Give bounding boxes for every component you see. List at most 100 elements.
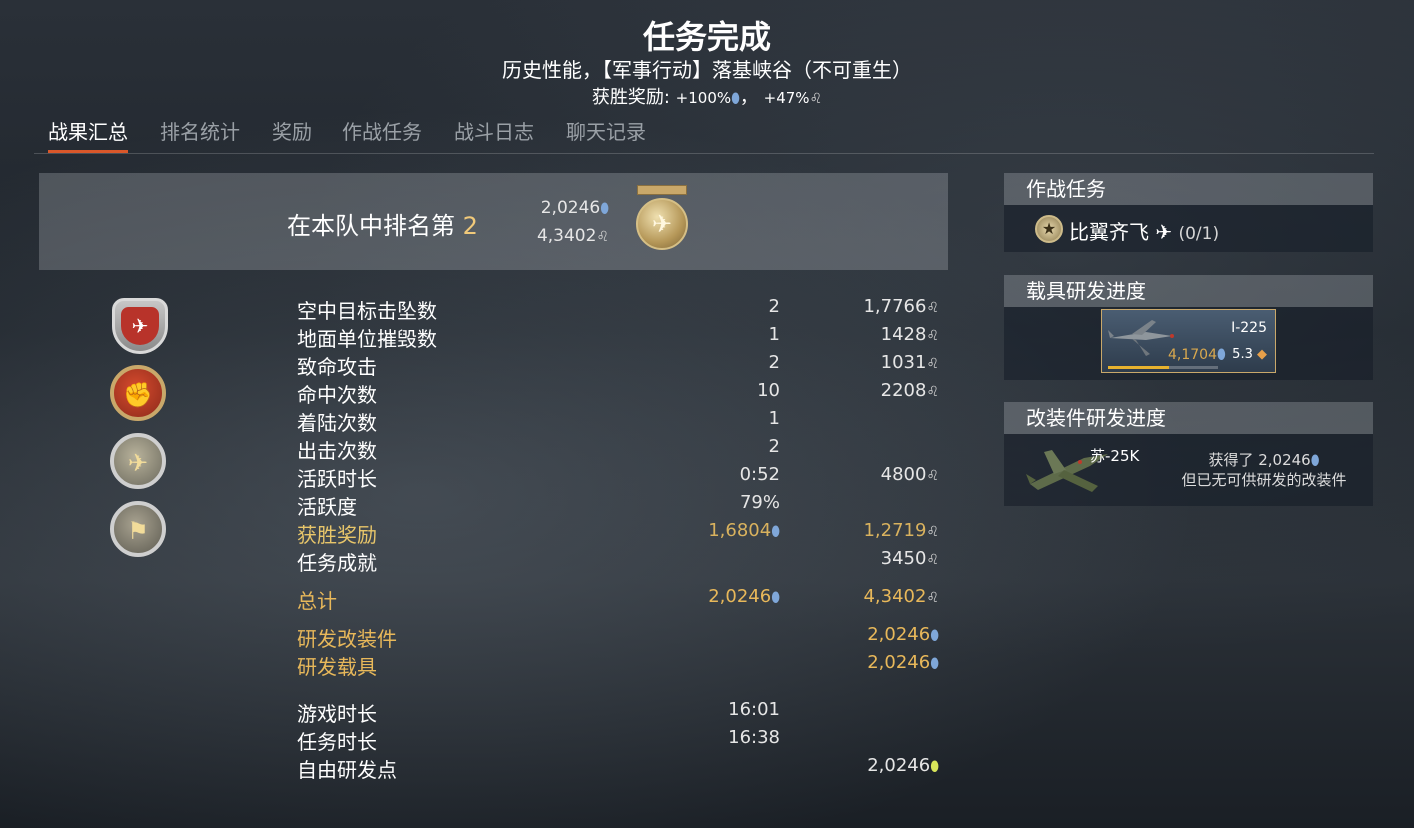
total-rp-value: 2,0246 bbox=[708, 586, 772, 607]
team-rank: 在本队中排名第 2 bbox=[287, 206, 478, 241]
research-point-icon: ⬮ bbox=[930, 656, 939, 672]
win-bonus: 获胜奖励: +100%⬮， +47%♌ bbox=[0, 83, 1414, 109]
time-label: 任务时长 bbox=[297, 730, 377, 754]
rank-diamond-icon: ◆ bbox=[1257, 347, 1267, 362]
win-bonus-label: 获胜奖励: bbox=[591, 87, 670, 108]
vehicle-card[interactable]: I-225 4,1704⬮ 5.3 ◆ bbox=[1101, 309, 1276, 373]
tab-rewards[interactable]: 奖励 bbox=[272, 116, 312, 153]
time-row: 任务时长 16:38 bbox=[297, 726, 947, 754]
research-row: 研发载具 2,0246⬮ bbox=[297, 651, 947, 679]
task-name: 比翼齐飞 bbox=[1069, 220, 1149, 244]
win-bonus-sl: +47% bbox=[763, 89, 810, 107]
research-point-icon: ⬮ bbox=[1310, 453, 1320, 469]
mod-got: 获得了 2,0246⬮ bbox=[1164, 449, 1364, 470]
team-rank-place: 2 bbox=[462, 212, 478, 240]
stat-label: 活跃度 bbox=[297, 495, 357, 519]
total-sl-value: 4,3402 bbox=[863, 586, 927, 607]
flag-award-icon[interactable]: ⚑ bbox=[110, 501, 166, 557]
stat-label: 致命攻击 bbox=[297, 355, 377, 379]
silver-lion-icon: ♌ bbox=[926, 468, 939, 484]
stat-label: 获胜奖励 bbox=[297, 523, 377, 547]
silver-lion-icon: ♌ bbox=[926, 552, 939, 568]
stat-reward: 1031♌ bbox=[837, 352, 939, 373]
tab-chat-log[interactable]: 聊天记录 bbox=[566, 116, 646, 153]
research-label: 研发载具 bbox=[297, 655, 377, 679]
research-rp: 2,0246⬮ bbox=[837, 624, 939, 645]
free-rp-value: 2,0246 bbox=[867, 755, 931, 776]
mod-got-rp: 2,0246 bbox=[1258, 451, 1311, 469]
tab-summary[interactable]: 战果汇总 bbox=[48, 116, 128, 153]
time-row: 游戏时长 16:01 bbox=[297, 698, 947, 726]
stat-reward: 2208♌ bbox=[837, 380, 939, 401]
research-point-icon: ⬮ bbox=[600, 201, 609, 217]
silver-lion-icon: ♌ bbox=[926, 590, 939, 606]
stat-row: 活跃度 79% bbox=[297, 491, 947, 519]
task-progress: (0/1) bbox=[1178, 224, 1220, 244]
silver-lion-icon: ♌ bbox=[926, 384, 939, 400]
research-point-icon: ⬮ bbox=[1217, 347, 1226, 363]
stat-row: 活跃时长 0:52 4800♌ bbox=[297, 463, 947, 491]
silver-lion-icon: ♌ bbox=[926, 356, 939, 372]
tasks-panel: ★ 比翼齐飞 ✈ (0/1) bbox=[1004, 205, 1373, 252]
time-value: 16:01 bbox=[728, 699, 780, 720]
mod-research-panel: 苏-25K 获得了 2,0246⬮ 但已无可供研发的改装件 bbox=[1004, 434, 1373, 506]
air-kill-award-icon[interactable]: ✈ bbox=[112, 298, 168, 354]
stat-reward-value: 1,2719 bbox=[863, 520, 927, 541]
plane-icon: ✈ bbox=[1155, 220, 1173, 244]
research-point-icon: ⬮ bbox=[930, 628, 939, 644]
tab-ranking[interactable]: 排名统计 bbox=[160, 116, 240, 153]
stat-row: 地面单位摧毁数 1 1428♌ bbox=[297, 323, 947, 351]
star-medal-icon: ★ bbox=[1035, 215, 1063, 243]
tasks-header: 作战任务 bbox=[1004, 173, 1373, 205]
stat-reward: 1,7766♌ bbox=[837, 296, 939, 317]
stat-label: 着陆次数 bbox=[297, 411, 377, 435]
mod-vehicle-name: 苏-25K bbox=[1090, 447, 1140, 465]
stat-label: 活跃时长 bbox=[297, 467, 377, 491]
free-rp-row: 自由研发点 2,0246⬮ bbox=[297, 754, 947, 782]
stat-reward-value: 4800 bbox=[880, 464, 927, 485]
stat-reward: 4800♌ bbox=[837, 464, 939, 485]
win-bonus-rp: +100% bbox=[675, 89, 732, 107]
stat-reward-value: 1,7766 bbox=[863, 296, 927, 317]
vehicle-research-panel: I-225 4,1704⬮ 5.3 ◆ bbox=[1004, 307, 1373, 380]
stat-reward-value: 2208 bbox=[880, 380, 927, 401]
stat-row: 任务成就 3450♌ bbox=[297, 547, 947, 575]
research-rp-value: 2,0246 bbox=[867, 624, 931, 645]
vehicle-rp: 4,1704⬮ bbox=[1168, 347, 1226, 363]
time-value: 16:38 bbox=[728, 727, 780, 748]
task-item[interactable]: 比翼齐飞 ✈ (0/1) bbox=[1069, 216, 1219, 245]
plane-icon: ✈ bbox=[121, 307, 159, 345]
total-row: 总计 2,0246⬮ 4,3402♌ bbox=[297, 585, 947, 613]
fist-award-icon[interactable]: ✊ bbox=[110, 365, 166, 421]
stat-rp: 1,6804⬮ bbox=[677, 520, 780, 541]
plane-award-icon[interactable]: ✈ bbox=[110, 433, 166, 489]
silver-lion-icon: ♌ bbox=[809, 91, 823, 107]
free-research-point-icon: ⬮ bbox=[930, 759, 939, 775]
time-label: 游戏时长 bbox=[297, 702, 377, 726]
vehicle-br-value: 5.3 bbox=[1232, 347, 1253, 362]
stat-row: 命中次数 10 2208♌ bbox=[297, 379, 947, 407]
silver-lion-icon: ♌ bbox=[596, 229, 609, 245]
tab-battle-log[interactable]: 战斗日志 bbox=[454, 116, 534, 153]
vehicle-rp-value: 4,1704 bbox=[1168, 347, 1217, 363]
plane-icon bbox=[1108, 320, 1174, 356]
silver-lion-icon: ♌ bbox=[926, 328, 939, 344]
team-rank-label: 在本队中排名第 bbox=[287, 212, 463, 240]
stat-label: 空中目标击坠数 bbox=[297, 299, 437, 323]
win-bonus-separator: ， bbox=[739, 87, 758, 108]
tab-bar: 战果汇总 排名统计 奖励 作战任务 战斗日志 聊天记录 bbox=[34, 112, 1374, 154]
mod-got-prefix: 获得了 bbox=[1208, 451, 1259, 469]
mission-subtitle: 历史性能，【军事行动】落基峡谷（不可重生） bbox=[502, 58, 912, 82]
research-point-icon: ⬮ bbox=[731, 91, 740, 107]
rank-sl-value: 4,3402 bbox=[536, 226, 597, 246]
stat-row-win-bonus: 获胜奖励 1,6804⬮ 1,2719♌ bbox=[297, 519, 947, 547]
stat-row: 出击次数 2 bbox=[297, 435, 947, 463]
medal-ribbon bbox=[637, 185, 687, 195]
rank-panel: 在本队中排名第 2 2,0246⬮ 4,3402♌ ✈ bbox=[39, 173, 948, 270]
free-rp: 2,0246⬮ bbox=[837, 755, 939, 776]
total-label: 总计 bbox=[297, 589, 337, 613]
vehicle-progress-bar bbox=[1108, 366, 1218, 369]
stat-reward: 3450♌ bbox=[837, 548, 939, 569]
stat-reward: 1428♌ bbox=[837, 324, 939, 345]
tab-tasks[interactable]: 作战任务 bbox=[342, 116, 422, 153]
